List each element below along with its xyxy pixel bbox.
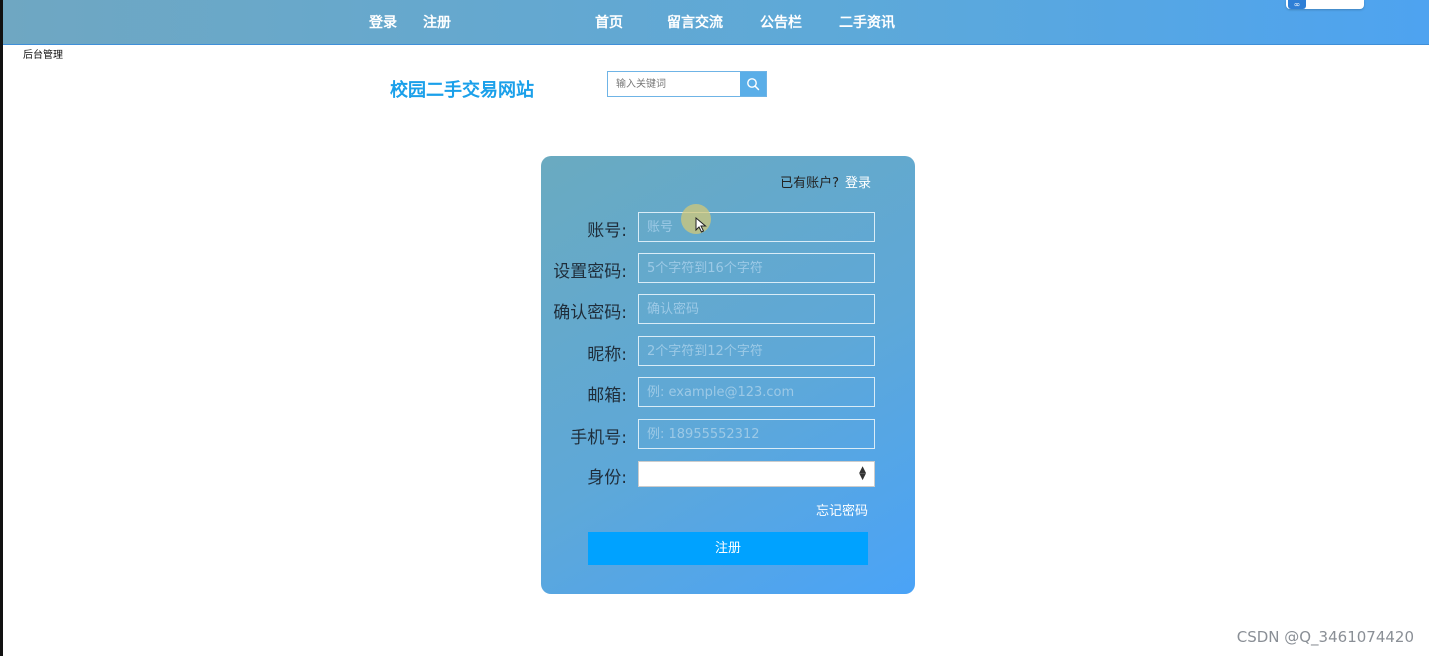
field-email-label: 邮箱: bbox=[587, 386, 627, 406]
watermark-text: CSDN @Q_3461074420 bbox=[1236, 628, 1414, 646]
nav-register-link[interactable]: 注册 bbox=[423, 12, 451, 32]
password-input[interactable] bbox=[638, 253, 875, 283]
search-bar bbox=[607, 71, 767, 97]
admin-link[interactable]: 后台管理 bbox=[23, 46, 63, 61]
browser-page: 登录 注册 首页 留言交流 公告栏 二手资讯 ∞ 后台管理 校园二手交易网站 已… bbox=[0, 0, 1429, 656]
phone-input[interactable] bbox=[638, 419, 875, 449]
top-nav-bar: 登录 注册 首页 留言交流 公告栏 二手资讯 ∞ bbox=[3, 0, 1429, 45]
field-confirm-row: 确认密码: bbox=[541, 294, 915, 324]
field-email-row: 邮箱: bbox=[541, 377, 915, 407]
have-account-prompt: 已有账户? 登录 bbox=[780, 172, 871, 191]
field-phone-row: 手机号: bbox=[541, 419, 915, 449]
role-select[interactable]: ▲ ▼ bbox=[638, 461, 875, 487]
field-password-row: 设置密码: bbox=[541, 253, 915, 283]
nav-messages-link[interactable]: 留言交流 bbox=[667, 12, 723, 32]
have-account-text: 已有账户? bbox=[780, 176, 839, 191]
search-icon bbox=[747, 78, 760, 91]
site-title: 校园二手交易网站 bbox=[390, 80, 534, 101]
field-phone-label: 手机号: bbox=[570, 428, 627, 448]
search-button[interactable] bbox=[740, 72, 766, 96]
mouse-cursor-icon bbox=[695, 217, 707, 233]
field-confirm-label: 确认密码: bbox=[553, 303, 627, 323]
field-password-label: 设置密码: bbox=[553, 262, 627, 282]
register-submit-button[interactable]: 注册 bbox=[588, 532, 868, 565]
nav-login-link[interactable]: 登录 bbox=[369, 12, 397, 32]
nav-secondhand-link[interactable]: 二手资讯 bbox=[839, 12, 895, 32]
confirm-password-input[interactable] bbox=[638, 294, 875, 324]
account-input[interactable] bbox=[638, 212, 875, 242]
nav-home-link[interactable]: 首页 bbox=[595, 12, 623, 32]
forgot-password-link[interactable]: 忘记密码 bbox=[816, 500, 868, 519]
nav-announcements-link[interactable]: 公告栏 bbox=[760, 12, 802, 32]
link-icon: ∞ bbox=[1288, 0, 1306, 9]
floating-badge[interactable]: ∞ bbox=[1286, 0, 1364, 9]
select-arrows-icon: ▲ ▼ bbox=[859, 465, 866, 482]
search-input[interactable] bbox=[608, 72, 742, 96]
email-input[interactable] bbox=[638, 377, 875, 407]
field-account-row: 账号: bbox=[541, 212, 915, 242]
field-role-label: 身份: bbox=[587, 468, 627, 488]
field-nickname-label: 昵称: bbox=[587, 345, 627, 365]
field-nickname-row: 昵称: bbox=[541, 336, 915, 366]
field-account-label: 账号: bbox=[587, 221, 627, 241]
login-link[interactable]: 登录 bbox=[845, 176, 871, 191]
nickname-input[interactable] bbox=[638, 336, 875, 366]
register-card: 已有账户?登录 账号: 设置密码: 确认密码: 昵称: 邮箱: 手机号: 身份 bbox=[541, 156, 915, 594]
field-role-row: 身份: ▲ ▼ bbox=[541, 459, 915, 489]
